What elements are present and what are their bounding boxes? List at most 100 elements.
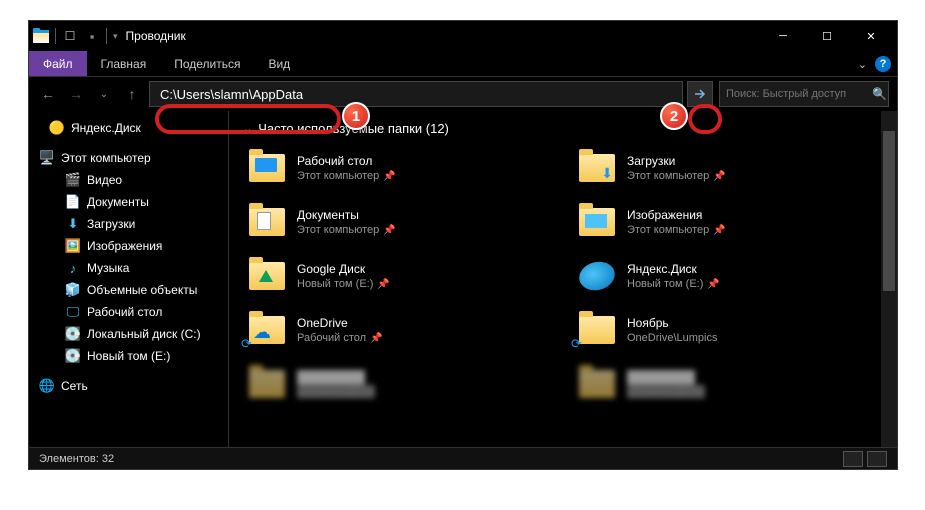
sidebar-item-images[interactable]: 🖼️Изображения (29, 235, 228, 257)
sidebar-item-yandex-disk[interactable]: 🟡 Яндекс.Диск (29, 117, 228, 139)
sidebar-item-docs[interactable]: 📄 Документы (29, 191, 228, 213)
folder-sub: Новый том (E:) 📌 (297, 278, 390, 290)
pin-icon: 📌 (377, 279, 389, 290)
folder-item[interactable]: ██████████████████ (573, 360, 883, 408)
sync-icon: ⟳ (571, 336, 582, 352)
folder-item[interactable]: ☁⟳OneDriveРабочий стол 📌 (243, 306, 553, 354)
drive-icon: 💽 (65, 348, 81, 364)
section-header[interactable]: Часто используемые папки (12) (243, 121, 883, 136)
window-title: Проводник (126, 29, 761, 43)
folder-item[interactable]: Документы Этот компьютер 📌 (243, 198, 553, 246)
sidebar-item-label: Новый том (E:) (87, 349, 170, 363)
view-details-icon[interactable] (843, 451, 863, 467)
pin-icon: 📌 (383, 225, 395, 236)
tab-home[interactable]: Главная (87, 51, 161, 76)
sidebar-item-label: Яндекс.Диск (71, 121, 141, 135)
folder-sub: Этот компьютер 📌 (297, 170, 396, 182)
folder-item[interactable]: Яндекс.Диск Новый том (E:) 📌 (573, 252, 883, 300)
folder-name: Google Диск (297, 262, 390, 276)
go-button[interactable] (687, 81, 713, 107)
yandex-disk-icon: 🟡 (49, 120, 65, 136)
sidebar-item-3d[interactable]: 🧊Объемные объекты (29, 279, 228, 301)
help-icon[interactable]: ? (875, 56, 891, 72)
sync-icon: ⟳ (241, 336, 252, 352)
close-button[interactable]: ✕ (849, 21, 893, 51)
sidebar-item-video[interactable]: 🎬 Видео (29, 169, 228, 191)
folder-name: Яндекс.Диск (627, 262, 720, 276)
sidebar-item-downloads[interactable]: ⬇ Загрузки (29, 213, 228, 235)
sidebar-item-label: Загрузки (87, 217, 135, 231)
video-icon: 🎬 (65, 172, 81, 188)
folder-item[interactable]: ⟳ Ноябрь OneDrive\Lumpics (573, 306, 883, 354)
folder-name: Загрузки (627, 154, 726, 168)
sidebar-item-music[interactable]: ♪Музыка (29, 257, 228, 279)
downloads-icon: ⬇ (65, 216, 81, 232)
folder-sub: OneDrive\Lumpics (627, 332, 717, 344)
folder-name: OneDrive (297, 316, 383, 330)
folder-item[interactable]: ██████████████████ (243, 360, 553, 408)
sidebar-item-label: Рабочий стол (87, 305, 162, 319)
folder-qat-icon[interactable]: ▪ (84, 28, 100, 44)
folder-icon (247, 148, 287, 188)
ribbon-expand-icon[interactable]: ⌄ (858, 58, 867, 71)
drive-icon: 💽 (65, 326, 81, 342)
titlebar: ☐ ▪ ▾ Проводник ─ ☐ ✕ (29, 21, 897, 51)
statusbar: Элементов: 32 (29, 447, 897, 469)
sidebar[interactable]: 🟡 Яндекс.Диск 🖥️Этот компьютер 🎬 Видео 📄 До… (29, 111, 229, 447)
back-button[interactable]: ← (37, 86, 59, 102)
folder-icon (247, 256, 287, 296)
tab-file[interactable]: Файл (29, 51, 87, 76)
scrollbar[interactable] (881, 111, 897, 447)
search-box[interactable]: 🔍 (719, 81, 889, 107)
folder-item[interactable]: Рабочий столЭтот компьютер 📌 (243, 144, 553, 192)
separator (106, 28, 107, 44)
sidebar-item-drive-c[interactable]: 💽 Локальный диск (C:) (29, 323, 228, 345)
folder-sub: Новый том (E:) 📌 (627, 278, 720, 290)
pin-icon: 📌 (707, 279, 719, 290)
tab-view[interactable]: Вид (254, 51, 304, 76)
folder-name: Ноябрь (627, 316, 717, 330)
folder-name: Документы (297, 208, 396, 222)
folder-name: ████████ (627, 370, 705, 384)
address-input[interactable] (149, 81, 683, 107)
folder-item[interactable]: Google Диск Новый том (E:) 📌 (243, 252, 553, 300)
3d-icon: 🧊 (65, 282, 81, 298)
desktop-icon: 🖵 (65, 304, 81, 320)
folder-item[interactable]: ИзображенияЭтот компьютер 📌 (573, 198, 883, 246)
sidebar-item-label: Локальный диск (C:) (87, 327, 201, 341)
scrollbar-thumb[interactable] (883, 131, 895, 291)
folder-sub: ██████████ (297, 386, 375, 398)
up-button[interactable]: ↑ (121, 86, 143, 102)
qat-dropdown-icon[interactable]: ▾ (113, 31, 118, 42)
tab-share[interactable]: Поделиться (160, 51, 254, 76)
sidebar-item-this-pc[interactable]: 🖥️Этот компьютер (29, 147, 228, 169)
ribbon-tabs: Файл Главная Поделиться Вид ⌄ ? (29, 51, 897, 77)
history-dropdown-icon[interactable]: ⌄ (93, 89, 115, 100)
status-text: Элементов: 32 (39, 453, 114, 465)
forward-button[interactable]: → (65, 86, 87, 102)
separator (55, 28, 56, 44)
sidebar-item-desktop[interactable]: 🖵 Рабочий стол (29, 301, 228, 323)
maximize-button[interactable]: ☐ (805, 21, 849, 51)
sidebar-item-network[interactable]: 🌐Сеть (29, 375, 228, 397)
content-area[interactable]: Часто используемые папки (12) Рабочий ст… (229, 111, 897, 447)
sidebar-item-drive-e[interactable]: 💽 Новый том (E:) (29, 345, 228, 367)
folder-icon: ☁⟳ (247, 310, 287, 350)
pin-icon: 📌 (713, 225, 725, 236)
properties-icon[interactable]: ☐ (62, 28, 78, 44)
folder-sub: Этот компьютер 📌 (297, 224, 396, 236)
folder-icon: ⬇ (577, 148, 617, 188)
sidebar-item-label: Документы (87, 195, 149, 209)
search-input[interactable] (726, 88, 868, 100)
sidebar-item-label: Видео (87, 173, 122, 187)
view-tiles-icon[interactable] (867, 451, 887, 467)
explorer-app-icon (33, 28, 49, 44)
folder-item[interactable]: ⬇ Загрузки Этот компьютер 📌 (573, 144, 883, 192)
folder-sub: Этот компьютер 📌 (627, 224, 726, 236)
navigation-bar: ← → ⌄ ↑ 🔍 (29, 77, 897, 111)
minimize-button[interactable]: ─ (761, 21, 805, 51)
sidebar-item-label: Этот компьютер (61, 151, 151, 165)
docs-icon: 📄 (65, 194, 81, 210)
folder-sub: Этот компьютер 📌 (627, 170, 726, 182)
network-icon: 🌐 (39, 378, 55, 394)
